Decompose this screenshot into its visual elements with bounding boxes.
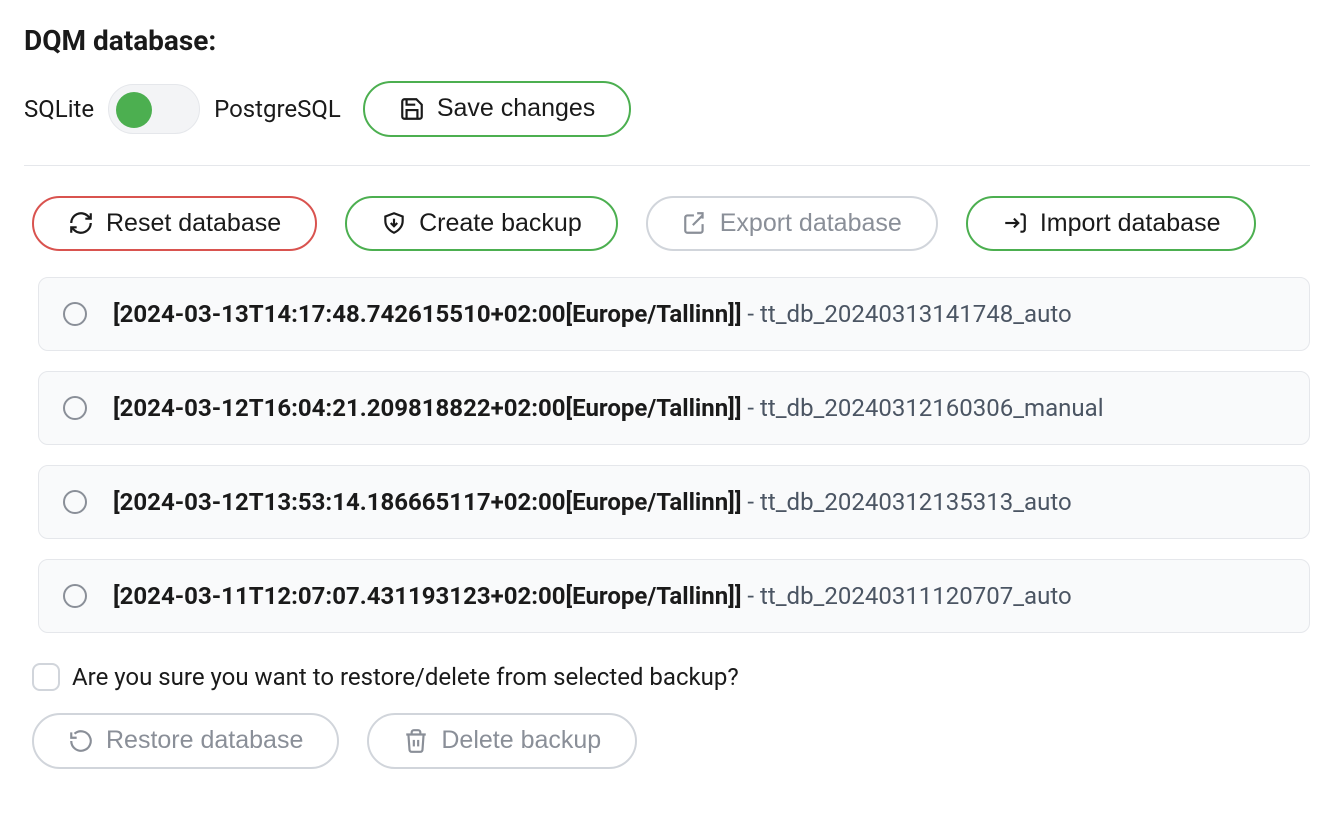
backup-item-text: [2024-03-12T13:53:14.186665117+02:00[Eur… xyxy=(113,488,1072,516)
page-title: DQM database: xyxy=(24,24,1310,57)
db-option-postgresql: PostgreSQL xyxy=(214,95,341,123)
backup-item[interactable]: [2024-03-12T13:53:14.186665117+02:00[Eur… xyxy=(38,465,1310,539)
bottom-actions-row: Restore database Delete backup xyxy=(32,713,1310,769)
restore-icon xyxy=(68,728,94,754)
toggle-knob xyxy=(116,92,152,128)
backup-radio[interactable] xyxy=(63,584,87,608)
reset-database-button[interactable]: Reset database xyxy=(32,196,317,252)
save-changes-button[interactable]: Save changes xyxy=(363,81,631,137)
trash-icon xyxy=(403,728,429,754)
restore-database-label: Restore database xyxy=(106,727,303,755)
backup-item-text: [2024-03-12T16:04:21.209818822+02:00[Eur… xyxy=(113,394,1104,422)
confirm-checkbox[interactable] xyxy=(32,663,60,691)
backup-radio[interactable] xyxy=(63,302,87,326)
restore-database-button[interactable]: Restore database xyxy=(32,713,339,769)
confirm-label: Are you sure you want to restore/delete … xyxy=(72,663,739,691)
download-shield-icon xyxy=(381,210,407,236)
create-backup-label: Create backup xyxy=(419,210,582,238)
db-toggle-group: SQLite PostgreSQL xyxy=(24,84,341,134)
import-database-button[interactable]: Import database xyxy=(966,196,1257,252)
delete-backup-button[interactable]: Delete backup xyxy=(367,713,637,769)
refresh-icon xyxy=(68,210,94,236)
db-option-sqlite: SQLite xyxy=(24,95,94,123)
backup-separator: - xyxy=(747,394,760,422)
delete-backup-label: Delete backup xyxy=(441,727,601,755)
reset-database-label: Reset database xyxy=(106,210,281,238)
backup-item[interactable]: [2024-03-11T12:07:07.431193123+02:00[Eur… xyxy=(38,559,1310,633)
backup-name: tt_db_20240312135313_auto xyxy=(760,488,1072,516)
backup-timestamp: [2024-03-12T13:53:14.186665117+02:00[Eur… xyxy=(113,488,741,516)
backup-name: tt_db_20240312160306_manual xyxy=(760,394,1104,422)
backup-separator: - xyxy=(747,300,760,328)
backup-timestamp: [2024-03-13T14:17:48.742615510+02:00[Eur… xyxy=(113,300,741,328)
import-database-label: Import database xyxy=(1040,210,1221,238)
confirm-row: Are you sure you want to restore/delete … xyxy=(32,663,1310,691)
db-actions-row: Reset database Create backup Export data… xyxy=(32,196,1310,252)
backup-name: tt_db_20240313141748_auto xyxy=(760,300,1072,328)
backup-radio[interactable] xyxy=(63,396,87,420)
save-changes-label: Save changes xyxy=(437,95,595,123)
export-database-label: Export database xyxy=(720,210,902,238)
backup-separator: - xyxy=(747,488,760,516)
backup-separator: - xyxy=(747,582,760,610)
backup-item[interactable]: [2024-03-13T14:17:48.742615510+02:00[Eur… xyxy=(38,277,1310,351)
export-database-button[interactable]: Export database xyxy=(646,196,938,252)
backup-radio[interactable] xyxy=(63,490,87,514)
backup-item[interactable]: [2024-03-12T16:04:21.209818822+02:00[Eur… xyxy=(38,371,1310,445)
save-icon xyxy=(399,96,425,122)
backup-timestamp: [2024-03-11T12:07:07.431193123+02:00[Eur… xyxy=(113,582,741,610)
backup-name: tt_db_20240311120707_auto xyxy=(760,582,1072,610)
import-icon xyxy=(1002,210,1028,236)
create-backup-button[interactable]: Create backup xyxy=(345,196,618,252)
backup-item-text: [2024-03-11T12:07:07.431193123+02:00[Eur… xyxy=(113,582,1072,610)
export-icon xyxy=(682,210,708,236)
backup-item-text: [2024-03-13T14:17:48.742615510+02:00[Eur… xyxy=(113,300,1072,328)
backup-timestamp: [2024-03-12T16:04:21.209818822+02:00[Eur… xyxy=(113,394,741,422)
db-settings-row: SQLite PostgreSQL Save changes xyxy=(24,81,1310,166)
db-engine-toggle[interactable] xyxy=(108,84,200,134)
backup-list: [2024-03-13T14:17:48.742615510+02:00[Eur… xyxy=(38,277,1310,633)
